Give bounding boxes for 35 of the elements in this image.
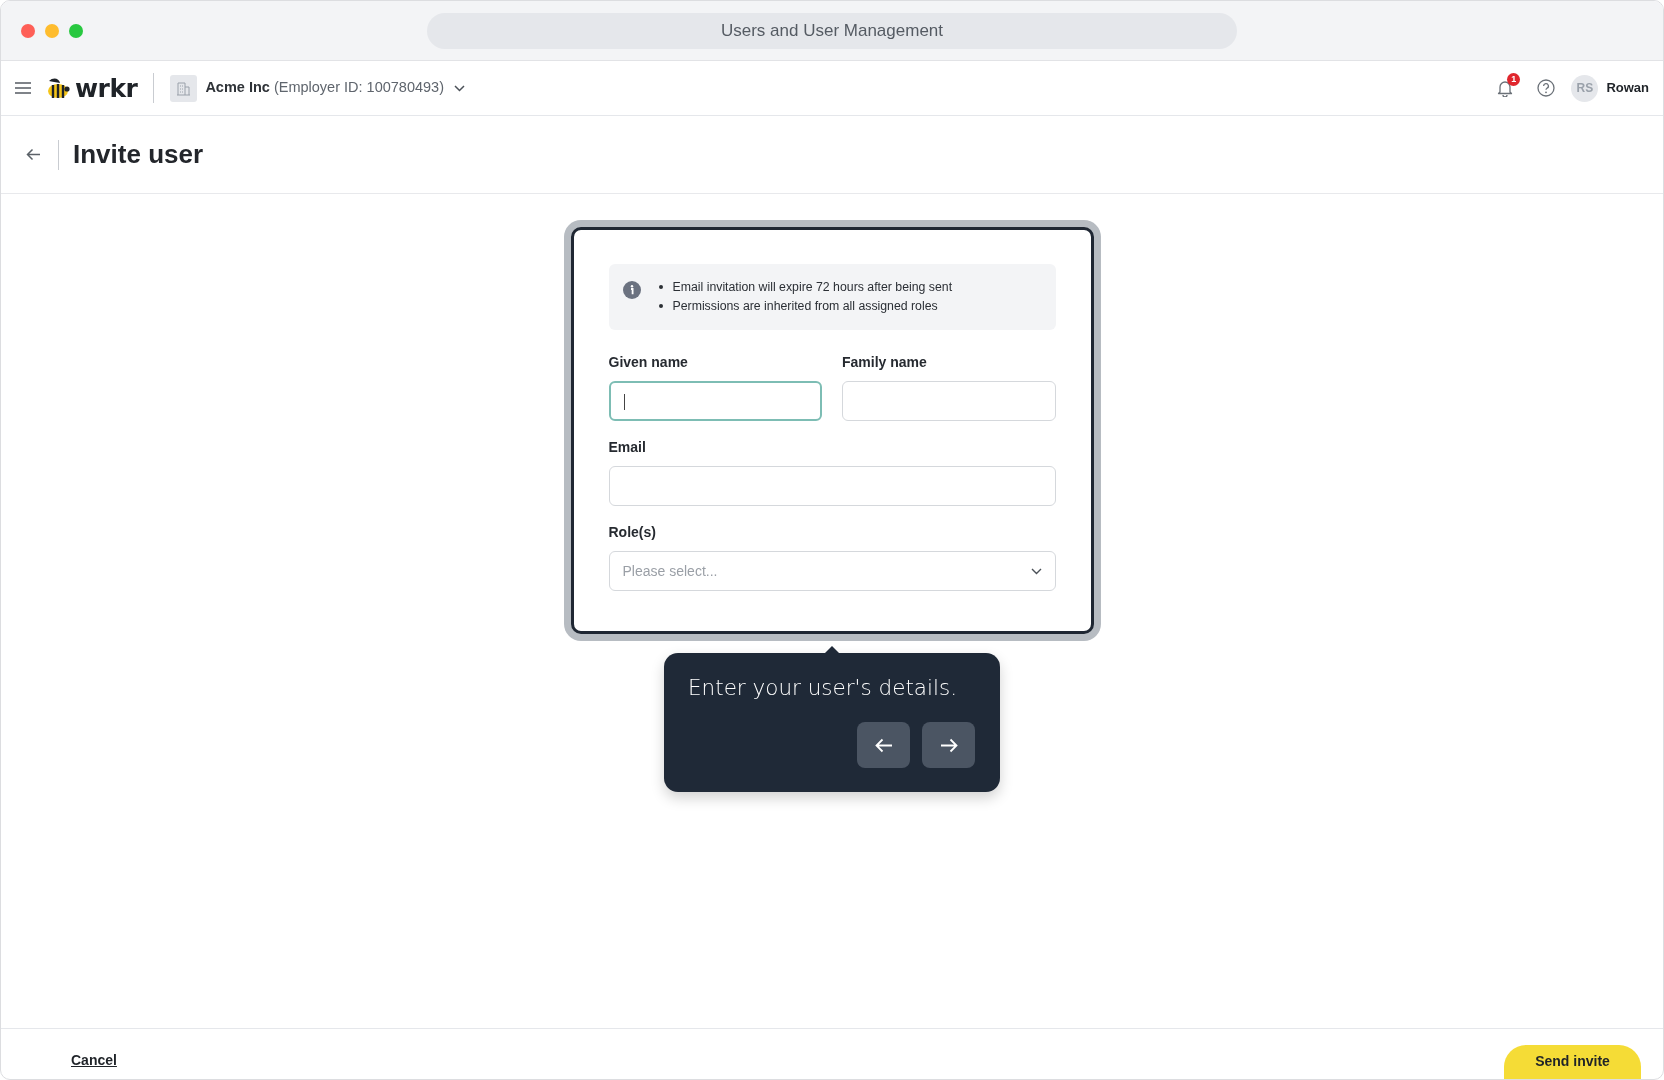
left-arrow-icon[interactable] [26, 148, 41, 161]
next-button[interactable] [922, 722, 975, 768]
menu-icon[interactable] [15, 82, 31, 94]
bullet-icon [658, 285, 663, 289]
field-label: Role(s) [608, 523, 657, 542]
right-arrow-icon [939, 737, 958, 753]
text-cursor-icon [623, 394, 625, 410]
user-name: Rowan [1606, 79, 1649, 98]
bee-logo-icon [47, 77, 71, 99]
help-icon[interactable] [1537, 79, 1556, 97]
text-input[interactable] [608, 466, 1056, 506]
notification-badge: 1 [1507, 73, 1521, 86]
send-invite-button[interactable]: Send invite [1504, 1045, 1641, 1079]
close-window-icon[interactable] [21, 23, 35, 38]
previous-button[interactable] [857, 722, 910, 768]
text-input[interactable] [842, 381, 1056, 421]
left-arrow-icon [874, 737, 893, 753]
maximize-window-icon[interactable] [69, 23, 83, 38]
page-title: Invite user [73, 138, 204, 171]
info-icon [622, 281, 641, 299]
info-text: Permissions are inherited from all assigned roles [672, 298, 938, 314]
field-label: Family name [842, 353, 928, 372]
info-text: Email invitation will expire 72 hours after being sent [672, 279, 953, 295]
bullet-icon [658, 304, 663, 308]
tooltip-text: Enter your user's details. [688, 675, 959, 701]
employer-selector[interactable]: Acme Inc (Employer ID: 100780493) [205, 77, 465, 99]
field-label: Email [608, 438, 647, 457]
cancel-link[interactable]: Cancel [71, 1050, 117, 1071]
field-label: Given name [608, 353, 689, 372]
chevron-down-icon [1030, 567, 1042, 575]
chevron-down-icon [454, 84, 465, 92]
logo-text: wrkr [75, 75, 138, 101]
window-title: Users and User Management [427, 12, 1237, 49]
text-input[interactable] [608, 381, 822, 421]
building-icon [170, 74, 198, 102]
